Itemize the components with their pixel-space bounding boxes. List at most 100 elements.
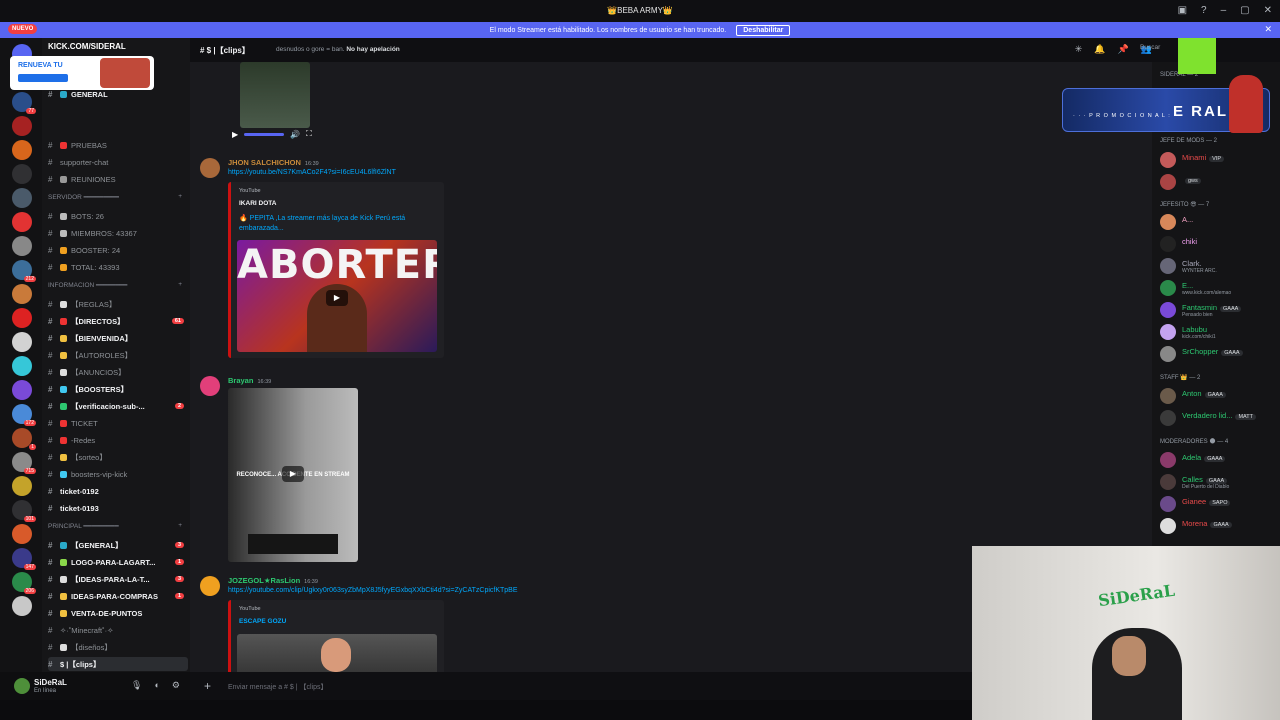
video-thumbnail[interactable]: [237, 634, 437, 672]
server-icon[interactable]: [12, 284, 32, 304]
maximize-icon[interactable]: ▢: [1240, 5, 1249, 16]
help-icon[interactable]: ?: [1201, 5, 1207, 16]
play-icon[interactable]: ▶: [326, 290, 348, 306]
previous-video[interactable]: [240, 62, 310, 128]
bell-icon[interactable]: 🔔: [1094, 44, 1105, 55]
member-item[interactable]: Fantasmin GAAA Pensado bien: [1158, 300, 1278, 320]
channel-item[interactable]: # 【diseños】: [48, 640, 188, 654]
fullscreen-icon[interactable]: ⛶: [306, 129, 312, 139]
server-icon[interactable]: [12, 596, 32, 616]
channel-item[interactable]: # boosters-vip-kick: [48, 467, 188, 481]
server-icon[interactable]: 1: [12, 428, 36, 450]
channel-item[interactable]: # 【AUTOROLES】: [48, 348, 188, 362]
channel-item[interactable]: # supporter-chat: [48, 155, 188, 169]
channel-item[interactable]: # REUNIONES: [48, 172, 188, 186]
server-icon[interactable]: [12, 308, 32, 328]
disable-streamer-button[interactable]: Deshabilitar: [736, 24, 791, 36]
channel-category[interactable]: SERVIDOR ━━━━━━━━━ +: [48, 193, 188, 201]
embed-description[interactable]: 🔥 PEPITA ,La streamer más layca de Kick …: [239, 214, 429, 234]
member-item[interactable]: Anton GAAA: [1158, 386, 1278, 406]
channel-item[interactable]: # VENTA-DE-PUNTOS: [48, 606, 188, 620]
video-progress[interactable]: [244, 132, 285, 136]
member-item[interactable]: Adela GAAA: [1158, 450, 1278, 470]
channel-category[interactable]: INFORMACION ━━━━━━━━ +: [48, 281, 188, 289]
server-icon[interactable]: [12, 188, 32, 208]
avatar[interactable]: [200, 158, 220, 178]
channel-item[interactable]: # 【ANUNCIOS】: [48, 365, 188, 379]
channel-item[interactable]: # 【verificacion-sub-... 2: [48, 399, 188, 413]
message-author[interactable]: JHON SALCHICHON 16:39: [228, 158, 319, 167]
close-banner-icon[interactable]: ✕: [1264, 24, 1272, 35]
server-icon[interactable]: [12, 524, 32, 544]
channel-item[interactable]: # TICKET: [48, 416, 188, 430]
embed-title[interactable]: IKARI DOTA: [239, 200, 276, 207]
settings-gear-icon[interactable]: ⚙: [172, 680, 180, 691]
server-icon[interactable]: [12, 236, 32, 256]
member-item[interactable]: chiki: [1158, 234, 1278, 254]
member-item[interactable]: Verdadero lid... MATT: [1158, 408, 1278, 428]
add-channel-icon[interactable]: +: [178, 193, 182, 200]
server-icon[interactable]: [12, 356, 32, 376]
server-icon[interactable]: 101: [12, 500, 36, 522]
channel-item[interactable]: # 【REGLAS】: [48, 297, 188, 311]
member-item[interactable]: SrChopper GAAA: [1158, 344, 1278, 364]
message-link[interactable]: https://youtube.com/clip/Ugkxy0r063syZbM…: [228, 587, 518, 594]
server-icon[interactable]: [12, 332, 32, 352]
member-item[interactable]: gws: [1158, 172, 1278, 192]
message-author[interactable]: JOZEGOL★RasLion 16:39: [228, 576, 318, 585]
channel-item[interactable]: # 【BOOSTERS】: [48, 382, 188, 396]
avatar[interactable]: [200, 376, 220, 396]
add-channel-icon[interactable]: +: [178, 281, 182, 288]
server-icon[interactable]: [12, 476, 32, 496]
video-thumbnail[interactable]: ABORTERA ▶: [237, 240, 437, 352]
play-icon[interactable]: ▶: [282, 466, 304, 482]
channel-item[interactable]: # MIEMBROS: 43367: [48, 226, 188, 240]
volume-icon[interactable]: 🔊: [290, 130, 300, 139]
avatar[interactable]: [14, 678, 30, 694]
server-icon[interactable]: 212: [12, 260, 36, 282]
avatar[interactable]: [200, 576, 220, 596]
channel-category[interactable]: PRINCIPAL ━━━━━━━━━ +: [48, 522, 188, 530]
microphone-icon[interactable]: 🎙: [131, 680, 142, 691]
message-input[interactable]: Enviar mensaje a # $ | 【clips】: [228, 682, 327, 692]
channel-item[interactable]: # ticket-0193: [48, 501, 188, 515]
channel-item[interactable]: # BOOSTER: 24: [48, 243, 188, 257]
headphones-icon[interactable]: ◐: [154, 680, 159, 691]
channel-item[interactable]: # 【sorteo】: [48, 450, 188, 464]
channel-item[interactable]: # BOTS: 26: [48, 209, 188, 223]
member-item[interactable]: E... www.kick.com/alemao: [1158, 278, 1278, 298]
channel-item[interactable]: # ticket-0192: [48, 484, 188, 498]
add-attachment-icon[interactable]: +: [204, 679, 211, 693]
member-item[interactable]: Minami VIP: [1158, 150, 1278, 170]
channel-item[interactable]: # ✧·˚Minecraft˚·✧: [48, 623, 188, 637]
server-icon[interactable]: [12, 164, 32, 184]
server-icon[interactable]: 206: [12, 572, 36, 594]
server-icon[interactable]: [12, 116, 32, 136]
threads-icon[interactable]: ✳: [1075, 44, 1083, 55]
channel-item[interactable]: # -Redes: [48, 433, 188, 447]
channel-item[interactable]: # IDEAS-PARA-COMPRAS 1: [48, 589, 188, 603]
message-author[interactable]: Brayan 16:39: [228, 376, 271, 385]
server-icon[interactable]: [12, 140, 32, 160]
server-icon[interactable]: [12, 380, 32, 400]
member-item[interactable]: Clark. WYNTER ARC.: [1158, 256, 1278, 276]
channel-item[interactable]: # 【DIRECTOS】 61: [48, 314, 188, 328]
member-item[interactable]: Morena GAAA: [1158, 516, 1278, 536]
search-input[interactable]: Buscar: [1140, 44, 1180, 56]
server-icon[interactable]: 77: [12, 92, 36, 114]
channel-item[interactable]: # 【BIENVENIDA】: [48, 331, 188, 345]
member-item[interactable]: Labubu kick.com/chiki1: [1158, 322, 1278, 342]
message-link[interactable]: https://youtu.be/NS7KmACo2F4?si=I6cEU4L6…: [228, 169, 396, 176]
member-item[interactable]: Calles GAAA Del Puerto del Diablo: [1158, 472, 1278, 492]
server-icon[interactable]: [12, 212, 32, 232]
server-icon[interactable]: 147: [12, 548, 36, 570]
play-icon[interactable]: ▶: [232, 130, 238, 139]
video-attachment[interactable]: RECONOCE... ACCIDENTE EN STREAM ▶: [228, 388, 358, 562]
member-item[interactable]: Gianee SAPO: [1158, 494, 1278, 514]
server-icon[interactable]: 172: [12, 404, 36, 426]
channel-item[interactable]: # 【GENERAL】 3: [48, 538, 188, 552]
inbox-icon[interactable]: ▣: [1178, 5, 1187, 16]
member-item[interactable]: A...: [1158, 212, 1278, 232]
server-icon[interactable]: 715: [12, 452, 36, 474]
channel-item[interactable]: # TOTAL: 43393: [48, 260, 188, 274]
